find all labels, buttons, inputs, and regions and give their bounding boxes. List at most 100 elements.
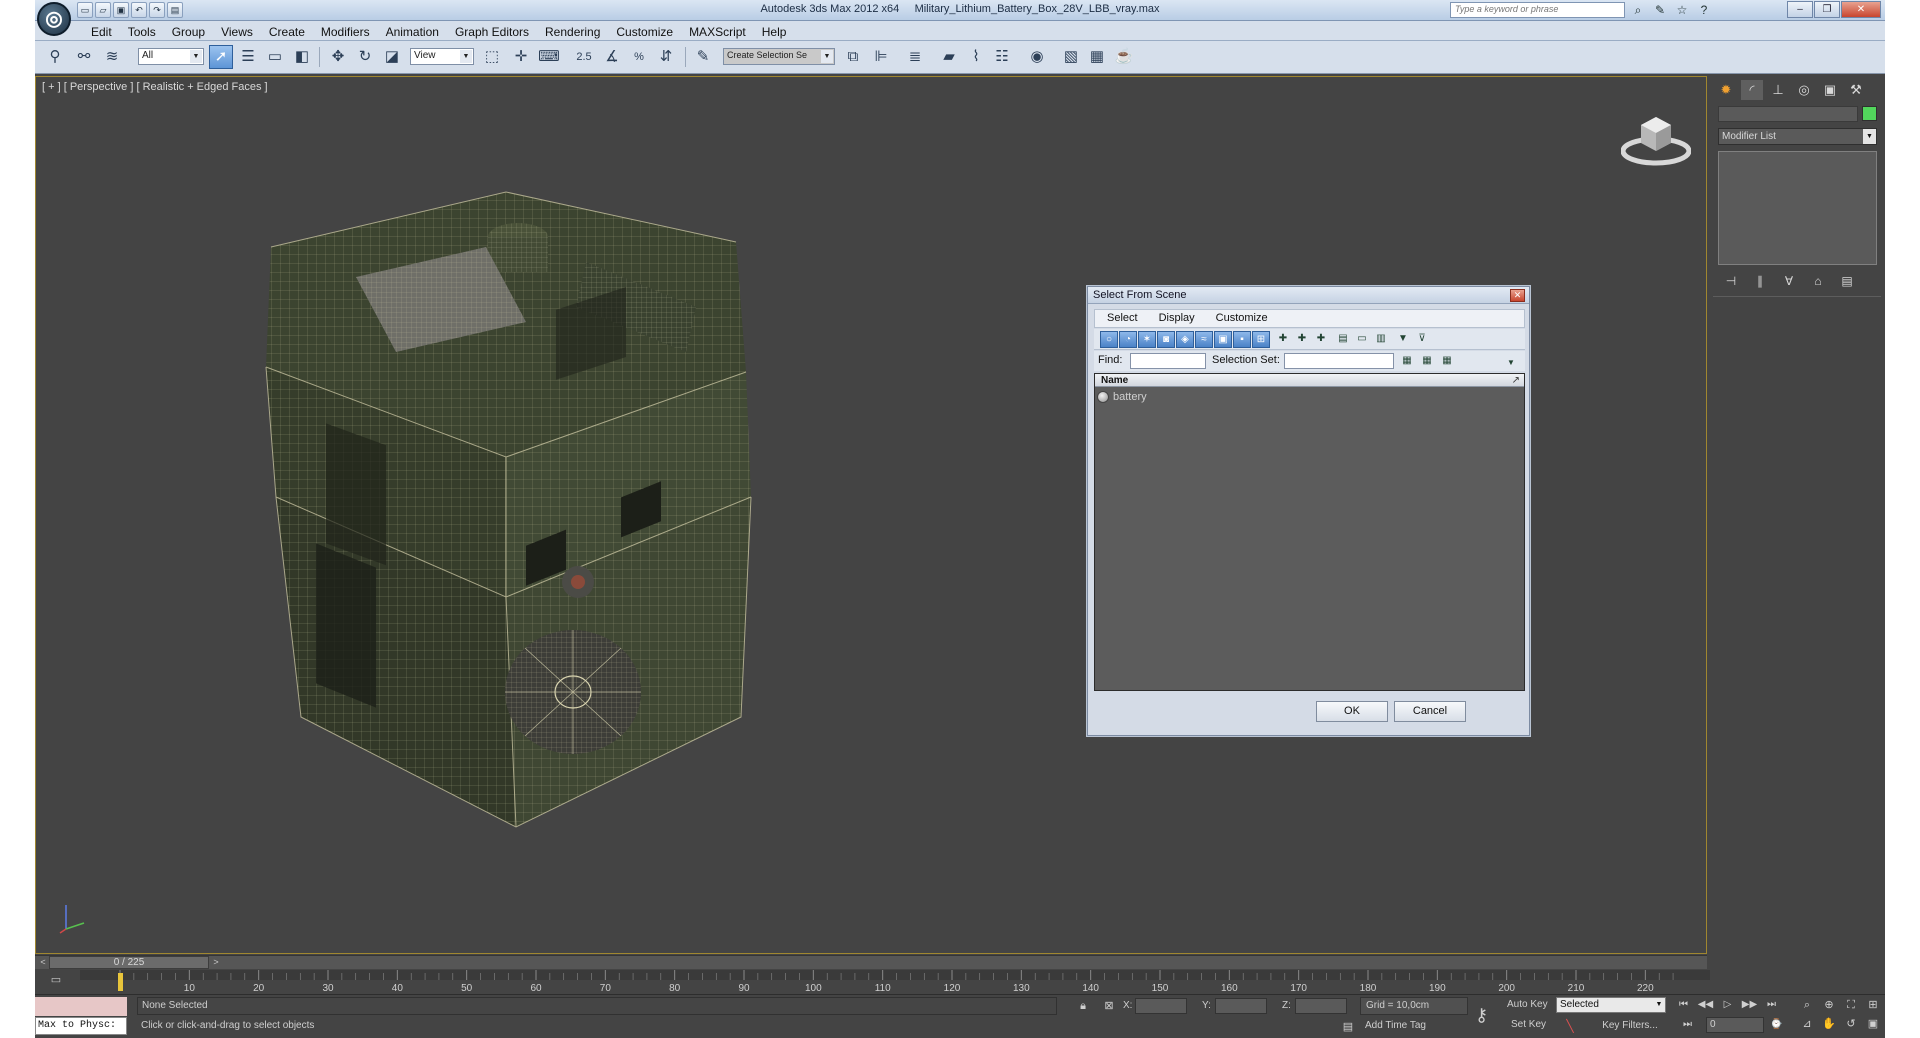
select-object-icon[interactable]: ➚ — [209, 45, 233, 69]
time-slider-thumb[interactable]: 0 / 225 — [49, 956, 209, 969]
display-none-icon[interactable]: ✚ — [1293, 331, 1311, 348]
key-filters-button[interactable]: Key Filters... — [1591, 1017, 1669, 1035]
align-icon[interactable]: ⊫ — [869, 45, 893, 69]
3ds-max-logo-icon[interactable]: ◎ — [37, 2, 71, 36]
next-frame-icon[interactable]: ▶▶ — [1741, 997, 1758, 1013]
display-bones-icon[interactable]: ⊞ — [1252, 331, 1270, 348]
angle-snap-icon[interactable]: ∡ — [600, 45, 624, 69]
time-slider[interactable]: < 0 / 225 > — [35, 955, 1707, 969]
list-item[interactable]: battery — [1097, 390, 1147, 404]
menu-animation[interactable]: Animation — [378, 23, 447, 41]
layer-manager-icon[interactable]: ≣ — [903, 45, 927, 69]
x-coordinate-input[interactable] — [1135, 998, 1187, 1014]
zoom-all-icon[interactable]: ⊕ — [1820, 997, 1838, 1014]
zoom-extents-icon[interactable]: ⛶ — [1842, 997, 1860, 1014]
cancel-button[interactable]: Cancel — [1394, 701, 1466, 722]
percent-snap-icon[interactable]: % — [627, 45, 651, 69]
select-and-move-icon[interactable]: ✥ — [326, 45, 350, 69]
find-input[interactable] — [1130, 353, 1206, 369]
go-to-start-icon[interactable]: ⏮ — [1675, 997, 1692, 1013]
y-coordinate-input[interactable] — [1215, 998, 1267, 1014]
dialog-menu-display[interactable]: Display — [1147, 310, 1204, 327]
menu-modifiers[interactable]: Modifiers — [313, 23, 378, 41]
key-mode-dropdown[interactable]: Selected ▼ — [1556, 997, 1666, 1013]
binoculars-icon[interactable]: ⌕ — [1630, 2, 1646, 18]
remove-selection-set-icon[interactable]: ▦ — [1418, 353, 1436, 370]
help-icon[interactable]: ? — [1696, 2, 1712, 18]
viewcube-icon[interactable] — [1621, 107, 1691, 167]
object-name-input[interactable] — [1718, 106, 1858, 122]
name-column-header[interactable]: Name ↗ — [1095, 374, 1524, 387]
add-selection-set-icon[interactable]: ▦ — [1398, 353, 1416, 370]
render-setup-icon[interactable]: ▧ — [1059, 45, 1083, 69]
select-and-manipulate-icon[interactable]: ✛ — [509, 45, 533, 69]
add-time-tag-button[interactable]: Add Time Tag — [1360, 1017, 1468, 1035]
key-mode-toggle-icon[interactable]: ⏭ — [1679, 1017, 1696, 1033]
menu-graph-editors[interactable]: Graph Editors — [447, 23, 537, 41]
display-geometry-icon[interactable]: ○ — [1100, 331, 1118, 348]
set-key-button[interactable]: Set Key — [1511, 1019, 1546, 1030]
open-mini-curve-editor-icon[interactable]: ▭ — [47, 973, 65, 989]
display-tab-icon[interactable]: ▣ — [1819, 80, 1841, 100]
go-to-end-icon[interactable]: ⏭ — [1763, 997, 1780, 1013]
edit-named-selection-icon[interactable]: ✎ — [691, 45, 715, 69]
motion-tab-icon[interactable]: ◎ — [1793, 80, 1815, 100]
modifier-stack[interactable] — [1718, 151, 1877, 265]
configure-modifier-sets-icon[interactable]: ▤ — [1837, 272, 1857, 290]
bind-space-warp-icon[interactable]: ≋ — [100, 45, 124, 69]
zoom-icon[interactable]: ⌕ — [1798, 997, 1816, 1014]
dialog-titlebar[interactable]: Select From Scene ✕ — [1088, 287, 1529, 304]
graphite-modeling-icon[interactable]: ▰ — [937, 45, 961, 69]
show-end-result-icon[interactable]: ∥ — [1750, 272, 1770, 290]
expand-options-icon[interactable]: ▼ — [1502, 355, 1520, 372]
maxscript-input[interactable]: Max to Physc: — [35, 1017, 127, 1035]
time-slider-next-button[interactable]: > — [210, 957, 222, 968]
communication-center-icon[interactable]: ✎ — [1652, 2, 1668, 18]
curve-editor-icon[interactable]: ⌇ — [964, 45, 988, 69]
close-icon[interactable]: ✕ — [1510, 289, 1525, 302]
select-none-icon[interactable]: ▭ — [1353, 331, 1371, 348]
keyboard-shortcut-override-icon[interactable]: ⌨ — [537, 45, 561, 69]
time-tag-icon[interactable]: ▤ — [1340, 1019, 1356, 1035]
close-button[interactable]: ✕ — [1841, 1, 1881, 18]
selection-set-dropdown[interactable] — [1284, 353, 1394, 369]
named-selection-set-dropdown[interactable]: Create Selection Se ▼ — [723, 48, 835, 65]
select-all-icon[interactable]: ▤ — [1334, 331, 1352, 348]
time-configuration-icon[interactable]: ⌚ — [1768, 1017, 1785, 1033]
scene-object-list[interactable]: Name ↗ battery — [1094, 373, 1525, 691]
select-and-scale-icon[interactable]: ◪ — [380, 45, 404, 69]
playhead[interactable] — [118, 973, 123, 991]
frame-ruler-track[interactable] — [80, 970, 1710, 980]
absolute-mode-icon[interactable]: ⊠ — [1101, 998, 1117, 1014]
minimize-button[interactable]: – — [1787, 1, 1813, 18]
display-shapes-icon[interactable]: ◔ — [1119, 331, 1137, 348]
menu-tools[interactable]: Tools — [120, 23, 164, 41]
display-lights-icon[interactable]: ✶ — [1138, 331, 1156, 348]
menu-create[interactable]: Create — [261, 23, 313, 41]
filter-icon[interactable]: ▼ — [1394, 331, 1412, 348]
hierarchy-tab-icon[interactable]: ⊥ — [1767, 80, 1789, 100]
previous-frame-icon[interactable]: ◀◀ — [1697, 997, 1714, 1013]
spinner-snap-icon[interactable]: ⇵ — [654, 45, 678, 69]
display-groups-icon[interactable]: ▣ — [1214, 331, 1232, 348]
mirror-icon[interactable]: ⧉ — [841, 45, 865, 69]
frame-ruler[interactable]: 10 20 30 40 50 60 70 80 90 100 110 120 130 140 150 160 1… — [80, 970, 1710, 994]
battery-model[interactable] — [226, 137, 846, 857]
remove-modifier-icon[interactable]: ⌂ — [1808, 272, 1828, 290]
current-frame-input[interactable]: 0 — [1706, 1017, 1764, 1033]
window-crossing-icon[interactable]: ◧ — [290, 45, 314, 69]
menu-rendering[interactable]: Rendering — [537, 23, 608, 41]
selection-lock-icon[interactable]: 🔒︎ — [1075, 998, 1091, 1014]
modify-tab-icon[interactable]: ◜ — [1741, 80, 1763, 100]
dialog-menu-customize[interactable]: Customize — [1204, 310, 1277, 327]
display-helpers-icon[interactable]: ◈ — [1176, 331, 1194, 348]
display-cameras-icon[interactable]: ◙ — [1157, 331, 1175, 348]
z-coordinate-input[interactable] — [1295, 998, 1347, 1014]
select-invert-icon[interactable]: ▥ — [1372, 331, 1390, 348]
modifier-list-dropdown[interactable]: Modifier List ▼ — [1718, 128, 1877, 145]
display-xrefs-icon[interactable]: ▪ — [1233, 331, 1251, 348]
selection-filter-dropdown[interactable]: All ▼ — [138, 48, 204, 65]
display-all-icon[interactable]: ✚ — [1274, 331, 1292, 348]
auto-key-button[interactable]: Auto Key — [1507, 999, 1548, 1010]
menu-maxscript[interactable]: MAXScript — [681, 23, 754, 41]
